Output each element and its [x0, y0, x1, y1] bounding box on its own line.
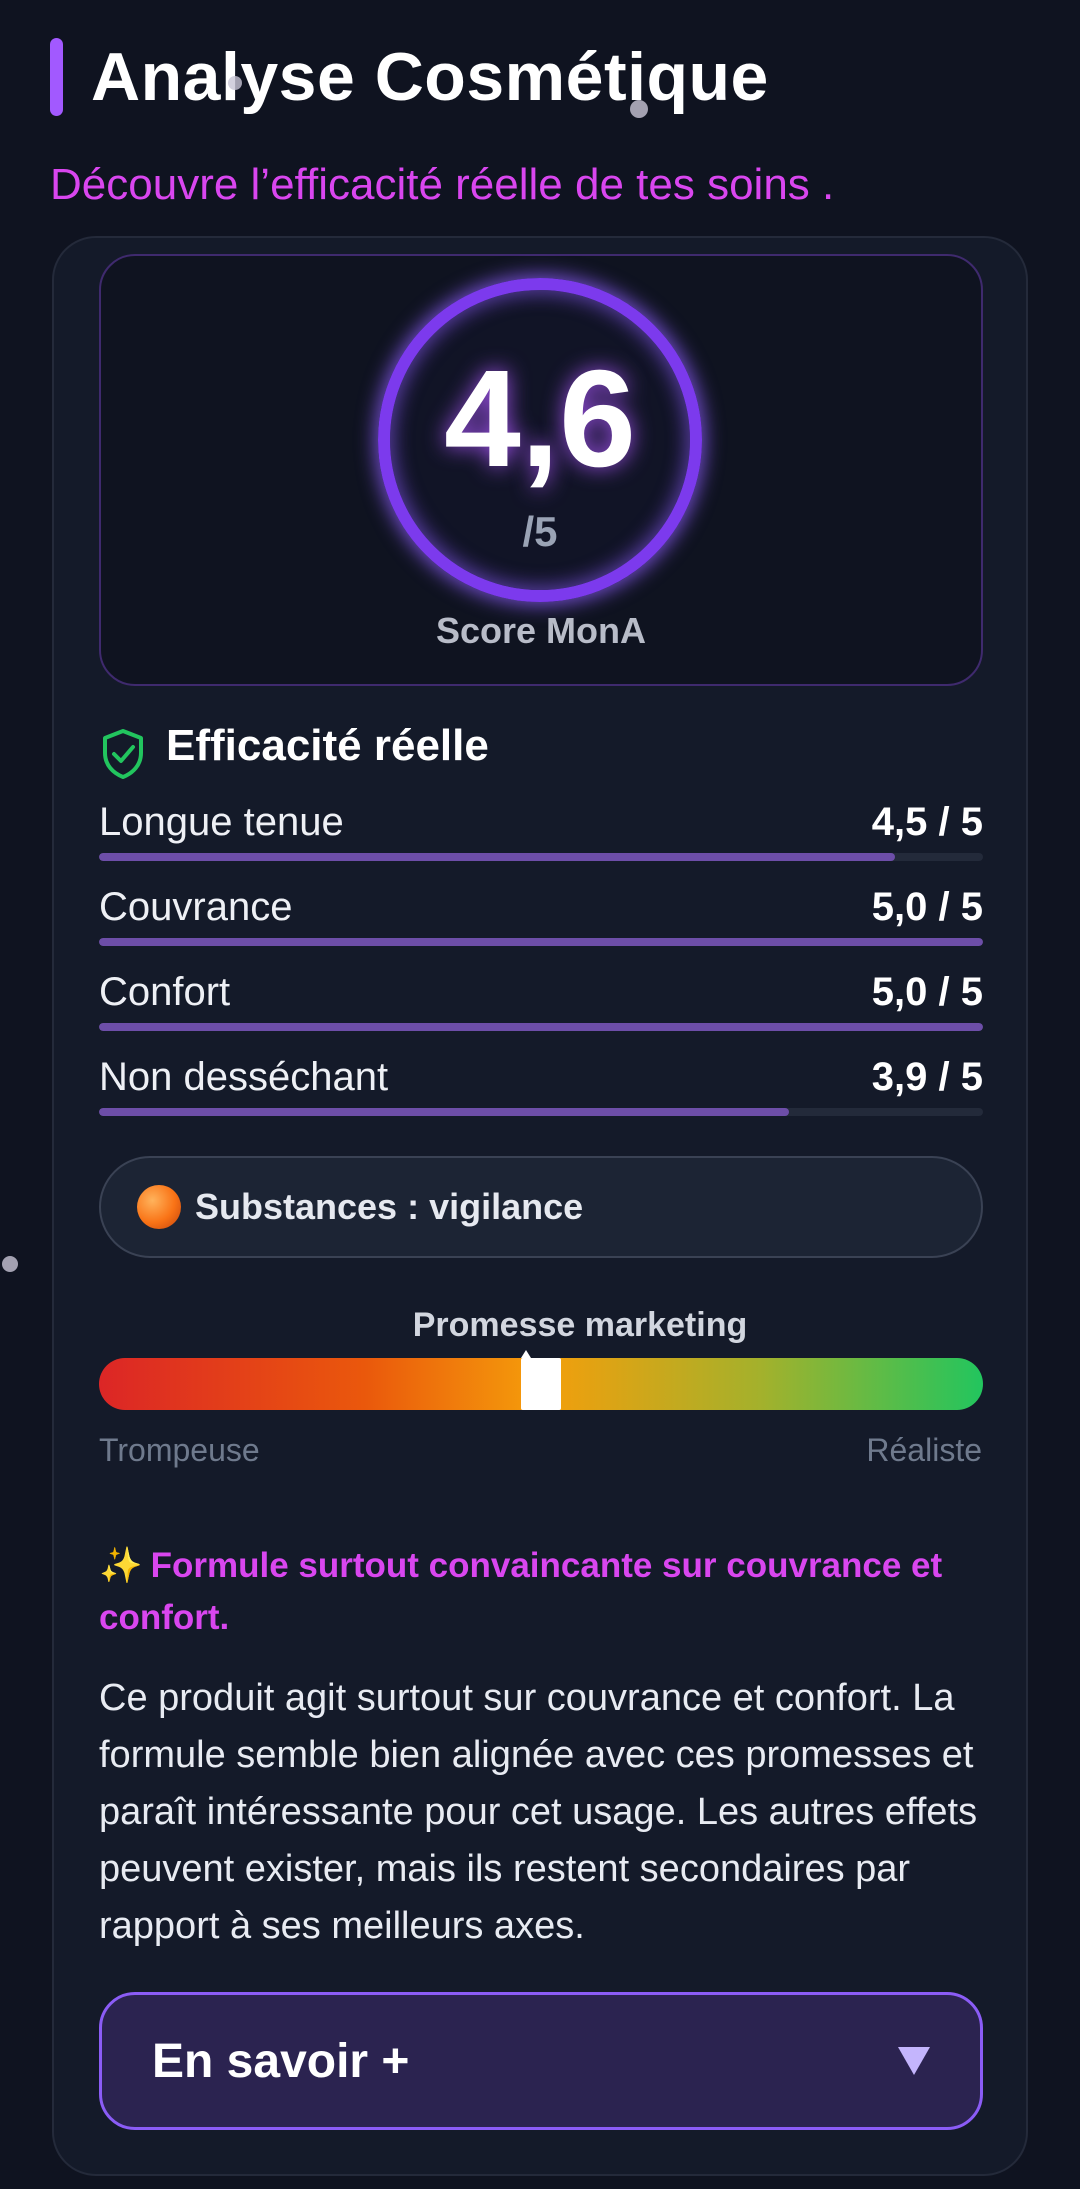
metric-bar-fill — [99, 1023, 983, 1031]
sparkle-icon: ✨ — [99, 1546, 143, 1585]
metric-row: Non desséchant 3,9 / 5 — [99, 1055, 983, 1125]
metric-bar — [99, 1023, 983, 1031]
metric-bar — [99, 853, 983, 861]
substances-badge: Substances : vigilance — [99, 1156, 983, 1258]
score-max: /5 — [522, 508, 558, 555]
shield-check-icon — [103, 729, 143, 779]
metric-row: Confort 5,0 / 5 — [99, 970, 983, 1040]
page-subtitle: Découvre l’efficacité réelle de tes soin… — [50, 160, 835, 209]
metric-bar-fill — [99, 853, 895, 861]
metric-row: Longue tenue 4,5 / 5 — [99, 800, 983, 870]
accent-bar — [50, 38, 63, 116]
decorative-dot — [630, 100, 648, 118]
metric-value: 4,5 / 5 — [871, 800, 983, 844]
summary-highlight-text: Formule surtout convaincante sur couvran… — [99, 1546, 943, 1637]
score-value: 4,6 — [444, 342, 636, 496]
metric-label: Non desséchant — [99, 1055, 389, 1099]
metric-value: 5,0 / 5 — [871, 970, 983, 1014]
metric-label: Couvrance — [99, 885, 293, 929]
page-title: Analyse Cosmétique — [91, 39, 769, 115]
page-header: Analyse Cosmétique — [50, 38, 769, 116]
metric-label: Confort — [99, 970, 231, 1014]
gauge-marker — [521, 1358, 561, 1410]
decorative-dot — [228, 76, 242, 90]
gauge-left-label: Trompeuse — [99, 1432, 260, 1468]
marketing-title: Promesse marketing — [412, 1306, 748, 1344]
gauge-right-label: Réaliste — [866, 1432, 982, 1468]
metric-bar — [99, 1108, 983, 1116]
decorative-dot — [2, 1256, 18, 1272]
efficacy-header: Efficacité réelle — [100, 712, 489, 780]
gauge-caret-icon — [521, 1350, 531, 1358]
orange-circle-icon — [137, 1185, 181, 1229]
metric-bar — [99, 938, 983, 946]
metric-value: 3,9 / 5 — [871, 1055, 983, 1099]
learn-more-label: En savoir + — [152, 2034, 410, 2088]
metric-row: Couvrance 5,0 / 5 — [99, 885, 983, 955]
chevron-down-icon — [898, 2047, 930, 2075]
score-label: Score MonA — [435, 610, 647, 651]
efficacy-title: Efficacité réelle — [166, 721, 489, 770]
metric-value: 5,0 / 5 — [871, 885, 983, 929]
analysis-screen: Analyse Cosmétique Découvre l’efficacité… — [0, 0, 1080, 2189]
summary-text: Ce produit agit surtout sur couvrance et… — [99, 1677, 978, 1947]
metric-label: Longue tenue — [99, 800, 344, 844]
metric-bar-fill — [99, 1108, 789, 1116]
learn-more-button[interactable]: En savoir + — [99, 1992, 983, 2130]
summary-highlight: ✨ Formule surtout convaincante sur couvra… — [99, 1540, 983, 1644]
metric-bar-fill — [99, 938, 983, 946]
substances-text: Substances : vigilance — [195, 1186, 584, 1227]
